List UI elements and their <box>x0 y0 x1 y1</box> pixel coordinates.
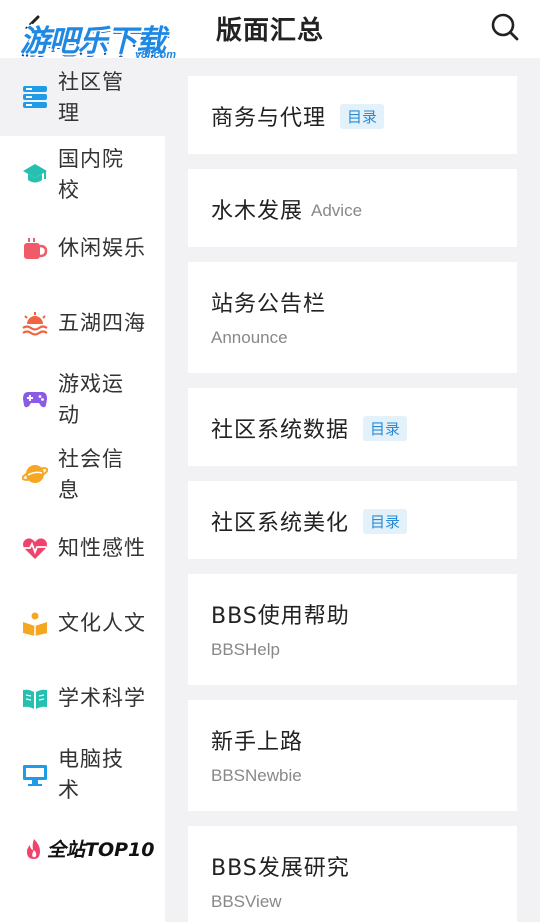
board-title: 站务公告栏 <box>211 292 327 317</box>
board-card-bbs-view[interactable]: BBS发展研究 BBSView <box>188 826 517 922</box>
board-title: 社区系统美化 <box>211 511 350 536</box>
app-header: 游吧乐下载 y8l.com 版面汇总 <box>0 0 540 61</box>
top10-link[interactable]: 全站TOP10 <box>24 835 154 862</box>
board-english-name: BBSHelp <box>211 640 280 659</box>
heartbeat-icon <box>22 536 48 562</box>
directory-tag: 目录 <box>363 416 408 441</box>
top10-label: 全站TOP10 <box>47 839 155 861</box>
board-english-name: BBSView <box>211 892 282 911</box>
sunset-waves-icon <box>22 311 48 337</box>
sidebar-item-culture[interactable]: 文化人文 <box>0 586 165 661</box>
cup-icon <box>22 236 48 262</box>
board-card-system-data[interactable]: 社区系统数据 目录 <box>188 388 517 466</box>
sidebar-item-computer-tech[interactable]: 电脑技术 <box>0 736 165 814</box>
sidebar-item-academic-science[interactable]: 学术科学 <box>0 661 165 736</box>
directory-tag: 目录 <box>340 104 385 129</box>
monitor-icon <box>22 762 48 788</box>
board-title: BBS发展研究 <box>211 856 350 881</box>
board-title: 商务与代理 <box>211 106 327 131</box>
board-card-bbs-newbie[interactable]: 新手上路 BBSNewbie <box>188 700 517 811</box>
sidebar-item-games-sports[interactable]: 游戏运动 <box>0 361 165 436</box>
sidebar-item-label: 电脑技术 <box>58 747 124 802</box>
sidebar-item-domestic-universities[interactable]: 国内院校 <box>0 136 165 211</box>
sidebar-item-label: 社会信息 <box>58 447 124 502</box>
flame-icon <box>27 838 40 859</box>
board-title: 社区系统数据 <box>211 418 350 443</box>
board-card-system-beautify[interactable]: 社区系统美化 目录 <box>188 481 517 559</box>
board-card-advice[interactable]: 水木发展 Advice <box>188 169 517 247</box>
sidebar-item-label: 文化人文 <box>58 611 146 635</box>
sidebar-item-label: 社区管理 <box>58 70 124 125</box>
sidebar-item-social-info[interactable]: 社会信息 <box>0 436 165 511</box>
sidebar-item-label: 学术科学 <box>58 686 146 710</box>
sidebar-item-community-management[interactable]: 社区管理 <box>0 58 165 136</box>
graduation-cap-icon <box>22 161 48 187</box>
page-title: 版面汇总 <box>215 16 324 46</box>
sidebar-item-intellect-emotion[interactable]: 知性感性 <box>0 511 165 586</box>
open-book-icon <box>22 686 48 712</box>
sidebar-item-label: 国内院校 <box>58 147 124 202</box>
sidebar-item-leisure[interactable]: 休闲娱乐 <box>0 211 165 286</box>
planet-icon <box>22 461 48 487</box>
board-title: 水木发展 <box>211 199 304 224</box>
sidebar-item-five-lakes[interactable]: 五湖四海 <box>0 286 165 361</box>
directory-tag: 目录 <box>363 509 408 534</box>
sidebar-item-label: 知性感性 <box>58 536 146 560</box>
database-icon <box>22 84 48 110</box>
board-card-bbs-help[interactable]: BBS使用帮助 BBSHelp <box>188 574 517 685</box>
gamepad-icon <box>22 386 48 412</box>
board-title: 新手上路 <box>211 730 304 755</box>
board-english-name: Advice <box>311 201 363 220</box>
board-english-name: BBSNewbie <box>211 766 302 785</box>
board-english-name: Announce <box>211 328 288 347</box>
board-card-announce[interactable]: 站务公告栏 Announce <box>188 262 517 373</box>
sidebar-item-label: 五湖四海 <box>58 311 146 335</box>
sidebar-item-label: 休闲娱乐 <box>58 236 146 260</box>
reader-icon <box>22 611 48 637</box>
board-card-business[interactable]: 商务与代理 目录 <box>188 76 517 154</box>
board-title: BBS使用帮助 <box>211 604 350 629</box>
sidebar-item-label: 游戏运动 <box>58 372 124 427</box>
search-icon[interactable] <box>490 12 520 42</box>
board-list: 商务与代理 目录 水木发展 Advice 站务公告栏 Announce 社区系统数据… <box>165 58 540 922</box>
category-sidebar: 社区管理 国内院校 休闲娱乐 五湖四海 游戏运动 社会信息 知性感性 文化人文 … <box>0 58 165 922</box>
